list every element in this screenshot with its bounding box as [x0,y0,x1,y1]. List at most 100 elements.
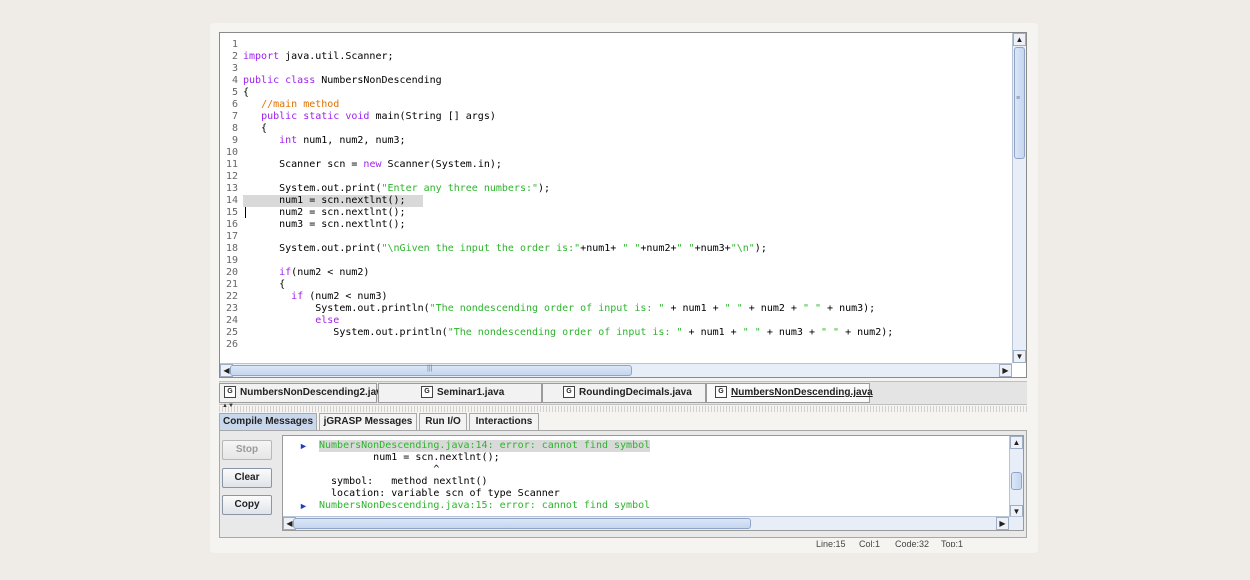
messages-horizontal-scroll-thumb[interactable] [293,518,751,529]
code-token: System.out.println( [243,327,448,338]
line-number: 9 [231,135,238,146]
split-pane-divider[interactable] [219,406,1027,412]
scroll-down-arrow-icon[interactable]: ▼ [1013,350,1026,363]
message-line: ^ [319,464,440,475]
string-token: "Enter any three numbers:" [381,183,539,194]
java-file-icon: G [421,386,433,399]
code-token: +num3+ [694,243,731,254]
keyword-token: import [243,51,280,62]
line-number: 14 [225,195,238,206]
code-token: Scanner(System.in); [381,159,502,170]
compile-messages-panel: Stop Clear Copy ► NumbersNonDescending.ja… [219,430,1027,538]
scroll-up-arrow-icon[interactable]: ▲ [1013,33,1026,46]
error-message-line[interactable]: NumbersNonDescending.java:15: error: can… [319,500,650,512]
code-token: System.out.println( [243,303,430,314]
status-top: Top:1 [941,539,964,547]
file-tab[interactable]: G Seminar1.java [378,383,542,403]
messages-vertical-scrollbar[interactable]: ▲ ▼ [1009,436,1023,518]
error-marker-icon[interactable]: ► [299,500,308,512]
line-number: 6 [231,99,238,110]
code-line: System.out.println("The nondescending or… [243,303,875,315]
code-line: System.out.println("The nondescending or… [243,327,893,339]
stop-button[interactable]: Stop [222,440,272,460]
line-number: 21 [225,279,238,290]
line-number: 15 [225,207,238,218]
scroll-up-arrow-icon[interactable]: ▲ [1010,436,1023,449]
split-collapse-arrows-icon[interactable]: ▲▼ [222,403,234,409]
file-tab-bar: G NumbersNonDescending2.java G Seminar1.ja… [219,381,1027,405]
copy-button[interactable]: Copy [222,495,272,515]
messages-vertical-scroll-thumb[interactable] [1011,472,1022,490]
code-text-area[interactable]: import java.util.Scanner; public class Nu… [243,33,1011,363]
code-token: { [243,123,268,134]
code-token: java.util.Scanner; [279,51,394,62]
error-marker-icon[interactable]: ► [299,440,308,452]
editor-horizontal-scrollbar[interactable]: ◀ ||| ▶ [220,363,1012,377]
line-number: 7 [231,111,238,122]
file-tab-label: Seminar1.java [437,387,505,398]
file-tab-active[interactable]: G NumbersNonDescending.java [706,383,873,403]
string-token: "\nGiven the input the order is:" [381,243,581,254]
editor-vertical-scrollbar[interactable]: ▲ ≡ ▼ [1012,33,1026,363]
line-number: 2 [231,51,238,62]
code-token: + num1 + [664,303,725,314]
tab-run-io[interactable]: Run I/O [419,413,467,430]
code-token: System.out.print( [243,243,382,254]
string-token: " " [802,303,822,314]
code-line: public static void main(String [] args) [243,111,496,123]
code-token: + num2); [839,327,894,338]
tab-interactions[interactable]: Interactions [469,413,539,430]
file-tab[interactable]: G NumbersNonDescending2.java [219,383,387,403]
file-tab-label: RoundingDecimals.java [579,387,692,398]
code-token: ); [754,243,767,254]
code-editor[interactable]: 1 2 3 4 5 6 7 8 9 10 11 12 13 14 15 16 17 18 19 20 21 22 23 24 2… [219,32,1027,378]
code-line: if(num2 < num2) [243,267,369,279]
code-token: +num1+ [580,243,623,254]
tab-jgrasp-messages[interactable]: jGRASP Messages [319,413,417,430]
scroll-grip-icon: ||| [427,365,433,372]
code-line: int num1, num2, num3; [243,135,406,147]
line-number: 18 [225,243,238,254]
keyword-token: public class [243,75,316,86]
code-token: num1, num2, num3; [297,135,406,146]
file-tab[interactable]: G RoundingDecimals.java [542,383,706,403]
line-number: 23 [225,303,238,314]
compile-message-output[interactable]: ► NumbersNonDescending.java:14: error: ca… [282,435,1024,531]
tab-compile-messages[interactable]: Compile Messages [219,413,317,430]
scroll-right-arrow-icon[interactable]: ▶ [996,517,1009,530]
message-panel-tabs: Compile Messages jGRASP Messages Run I/O… [219,413,1027,431]
code-token: ); [538,183,551,194]
line-number: 16 [225,219,238,230]
clear-button[interactable]: Clear [222,468,272,488]
code-token: num1 = scn.nextlnt(); [243,195,406,206]
line-number: 26 [225,339,238,350]
messages-horizontal-scrollbar[interactable]: ◀ ▶ [283,516,1023,530]
line-number: 24 [225,315,238,326]
keyword-token: if [279,267,292,278]
code-line: { [243,87,249,99]
string-token: "The nondescending order of input is: " [447,327,683,338]
keyword-token: else [315,315,340,326]
line-number: 5 [231,87,238,98]
keyword-token: if [291,291,304,302]
message-line: symbol: method nextlnt() [319,476,488,487]
editor-vertical-scroll-thumb[interactable] [1014,47,1025,159]
java-file-icon: G [563,386,575,399]
status-col: Col:1 [859,539,881,547]
scroll-right-arrow-icon[interactable]: ▶ [999,364,1012,377]
code-token: + num3); [821,303,876,314]
code-line: num2 = scn.nextlnt(); [243,207,405,219]
code-line: else [243,315,339,327]
code-line: import java.util.Scanner; [243,51,394,63]
line-number: 20 [225,267,238,278]
java-file-icon: G [715,386,727,399]
code-line: if (num2 < num3) [243,291,388,303]
code-line: Scanner scn = new Scanner(System.in); [243,159,502,171]
code-token: (num2 < num2) [291,267,370,278]
error-message-line[interactable]: NumbersNonDescending.java:14: error: can… [319,440,651,452]
code-token: main(String [] args) [369,111,496,122]
code-token: (num2 < num3) [303,291,388,302]
